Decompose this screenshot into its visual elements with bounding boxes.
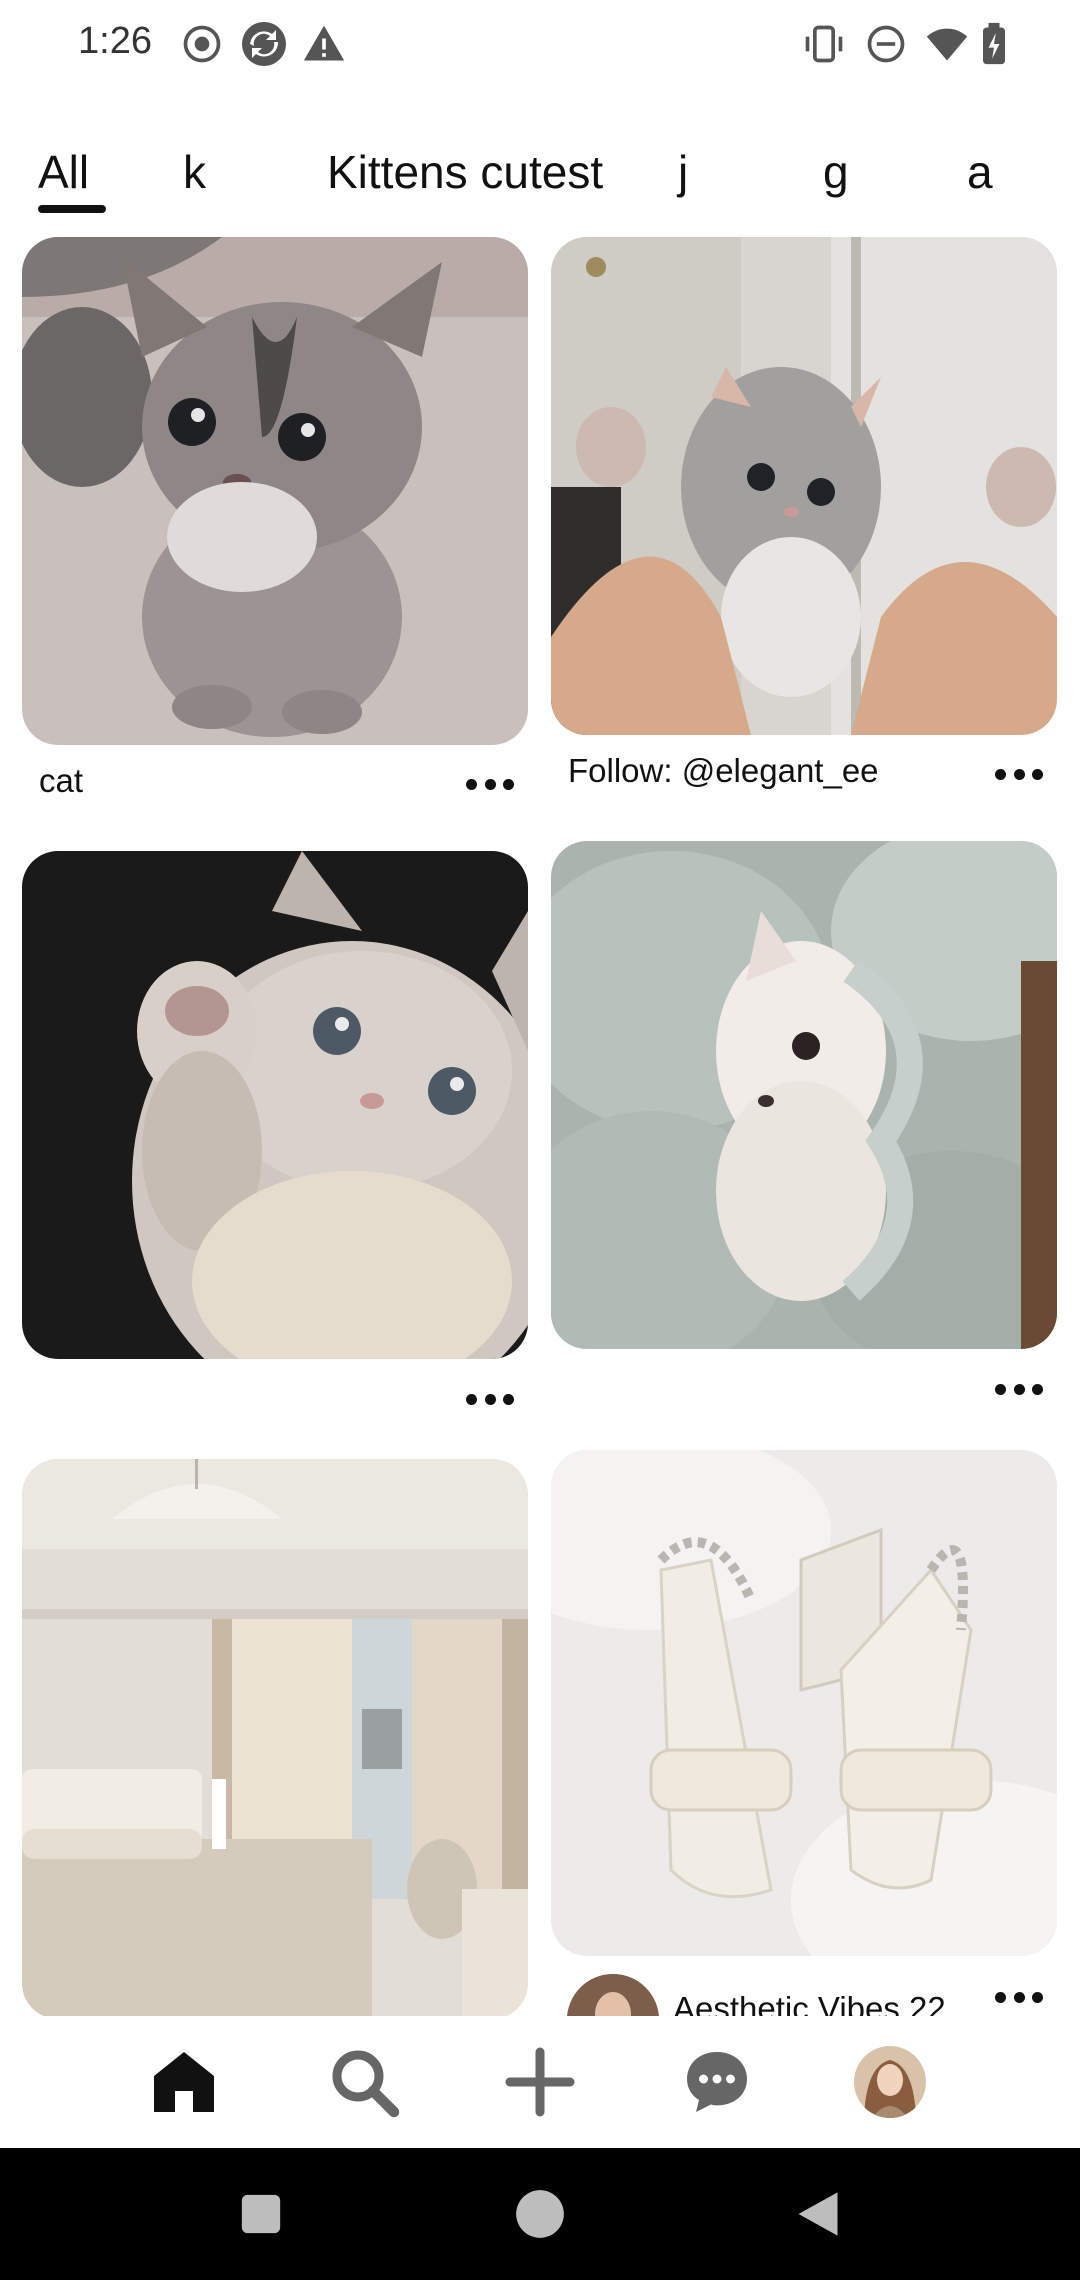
pin-author-avatar[interactable] bbox=[567, 1974, 659, 2016]
more-options-button[interactable] bbox=[460, 1384, 520, 1414]
pin-image-kitten-towel[interactable] bbox=[551, 841, 1057, 1349]
tab-j[interactable]: j bbox=[678, 145, 688, 199]
search-icon[interactable] bbox=[326, 2044, 402, 2120]
board-tabs: All k Kittens cutest j g a bbox=[0, 135, 1080, 215]
pin-caption: Aesthetic Vibes 22 bbox=[673, 1990, 946, 2016]
home-icon[interactable] bbox=[146, 2044, 222, 2120]
pin-caption: cat bbox=[39, 762, 84, 799]
profile-avatar[interactable] bbox=[854, 2046, 926, 2118]
recents-button[interactable] bbox=[238, 2191, 284, 2237]
do-not-disturb-icon bbox=[864, 22, 908, 66]
warning-icon bbox=[302, 22, 346, 66]
bottom-nav bbox=[0, 2016, 1080, 2148]
tab-selected-indicator bbox=[38, 205, 106, 213]
create-icon[interactable] bbox=[502, 2044, 578, 2120]
record-icon bbox=[180, 22, 224, 66]
pin-caption: Follow: @elegant_ee bbox=[568, 752, 879, 789]
back-button[interactable] bbox=[792, 2188, 844, 2240]
pin-image-bedroom[interactable] bbox=[22, 1459, 528, 2016]
pin-feed[interactable]: cat Follow: @elegant_ee Aesthetic Vibes … bbox=[0, 230, 1080, 2016]
more-options-button[interactable] bbox=[989, 1982, 1049, 2012]
pin-image-kitten-held[interactable] bbox=[551, 237, 1057, 735]
screen: 1:26 All k Kittens cutest j g a cat Foll… bbox=[0, 0, 1080, 2280]
system-nav-bar bbox=[0, 2148, 1080, 2280]
status-time: 1:26 bbox=[78, 20, 152, 62]
tab-all[interactable]: All bbox=[38, 145, 89, 199]
battery-charging-icon bbox=[976, 22, 1012, 66]
more-options-button[interactable] bbox=[989, 1374, 1049, 1404]
home-button[interactable] bbox=[514, 2188, 566, 2240]
more-options-button[interactable] bbox=[460, 769, 520, 799]
tab-a[interactable]: a bbox=[967, 145, 993, 199]
pin-image-sandals[interactable] bbox=[551, 1450, 1057, 1956]
pin-image-kitten-waving[interactable] bbox=[22, 851, 528, 1359]
pin-image-kitten-gray[interactable] bbox=[22, 237, 528, 745]
tab-k[interactable]: k bbox=[183, 145, 206, 199]
tab-kittens-cutest[interactable]: Kittens cutest bbox=[327, 145, 603, 199]
vibrate-icon bbox=[802, 22, 846, 66]
more-options-button[interactable] bbox=[989, 759, 1049, 789]
messages-icon[interactable] bbox=[679, 2044, 755, 2120]
status-bar: 1:26 bbox=[0, 0, 1080, 88]
sync-icon bbox=[240, 20, 288, 68]
wifi-icon bbox=[922, 22, 972, 66]
tab-g[interactable]: g bbox=[823, 145, 849, 199]
